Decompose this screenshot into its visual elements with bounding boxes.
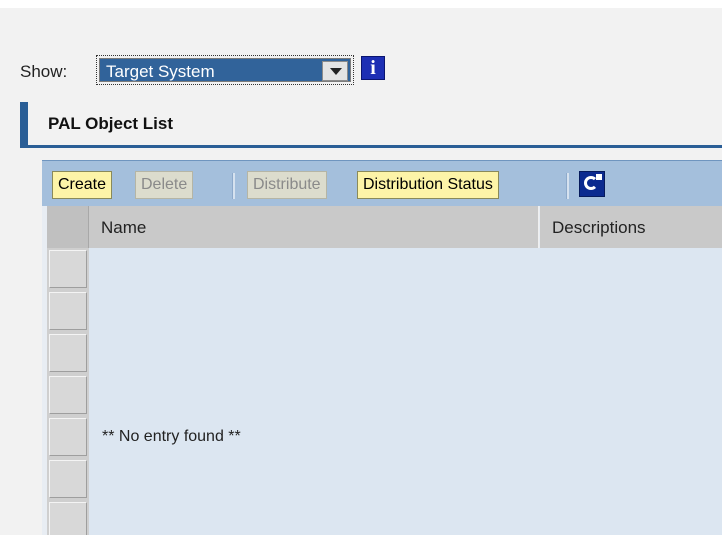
- show-dropdown-field[interactable]: Target System: [99, 58, 351, 82]
- create-button[interactable]: Create: [52, 171, 113, 199]
- toolbar-separator: [566, 173, 569, 199]
- toolbar-separator: [232, 173, 235, 199]
- column-header-name-label: Name: [101, 218, 147, 237]
- table-body: [89, 248, 722, 535]
- row-selector[interactable]: [49, 334, 87, 372]
- section-accent-bar: [20, 102, 28, 148]
- show-label: Show:: [20, 62, 68, 81]
- refresh-icon[interactable]: [579, 171, 605, 197]
- chevron-down-icon[interactable]: [322, 61, 348, 81]
- info-icon[interactable]: i: [361, 56, 385, 80]
- empty-table-message: ** No entry found **: [102, 428, 241, 445]
- column-header-descriptions-label: Descriptions: [552, 218, 646, 237]
- row-selector[interactable]: [49, 460, 87, 498]
- delete-button[interactable]: Delete: [135, 171, 194, 199]
- row-selector[interactable]: [49, 292, 87, 330]
- show-dropdown[interactable]: Target System: [96, 55, 354, 85]
- section-title: PAL Object List: [48, 114, 174, 133]
- top-band: [0, 0, 722, 8]
- row-selector-column: [47, 248, 89, 535]
- row-selector[interactable]: [49, 250, 87, 288]
- distribution-status-button[interactable]: Distribution Status: [357, 171, 499, 199]
- row-selector[interactable]: [49, 376, 87, 414]
- row-selector[interactable]: [49, 418, 87, 456]
- show-dropdown-value: Target System: [106, 62, 215, 81]
- distribute-button[interactable]: Distribute: [247, 171, 327, 199]
- table-toolbar: Create Delete Distribute Distribution St…: [42, 160, 722, 206]
- row-selector[interactable]: [49, 502, 87, 535]
- column-header-name[interactable]: Name: [89, 206, 539, 248]
- section-divider: [28, 145, 722, 148]
- object-table: Create Delete Distribute Distribution St…: [42, 160, 722, 535]
- select-all-corner[interactable]: [47, 206, 89, 248]
- column-header-descriptions[interactable]: Descriptions: [540, 206, 722, 248]
